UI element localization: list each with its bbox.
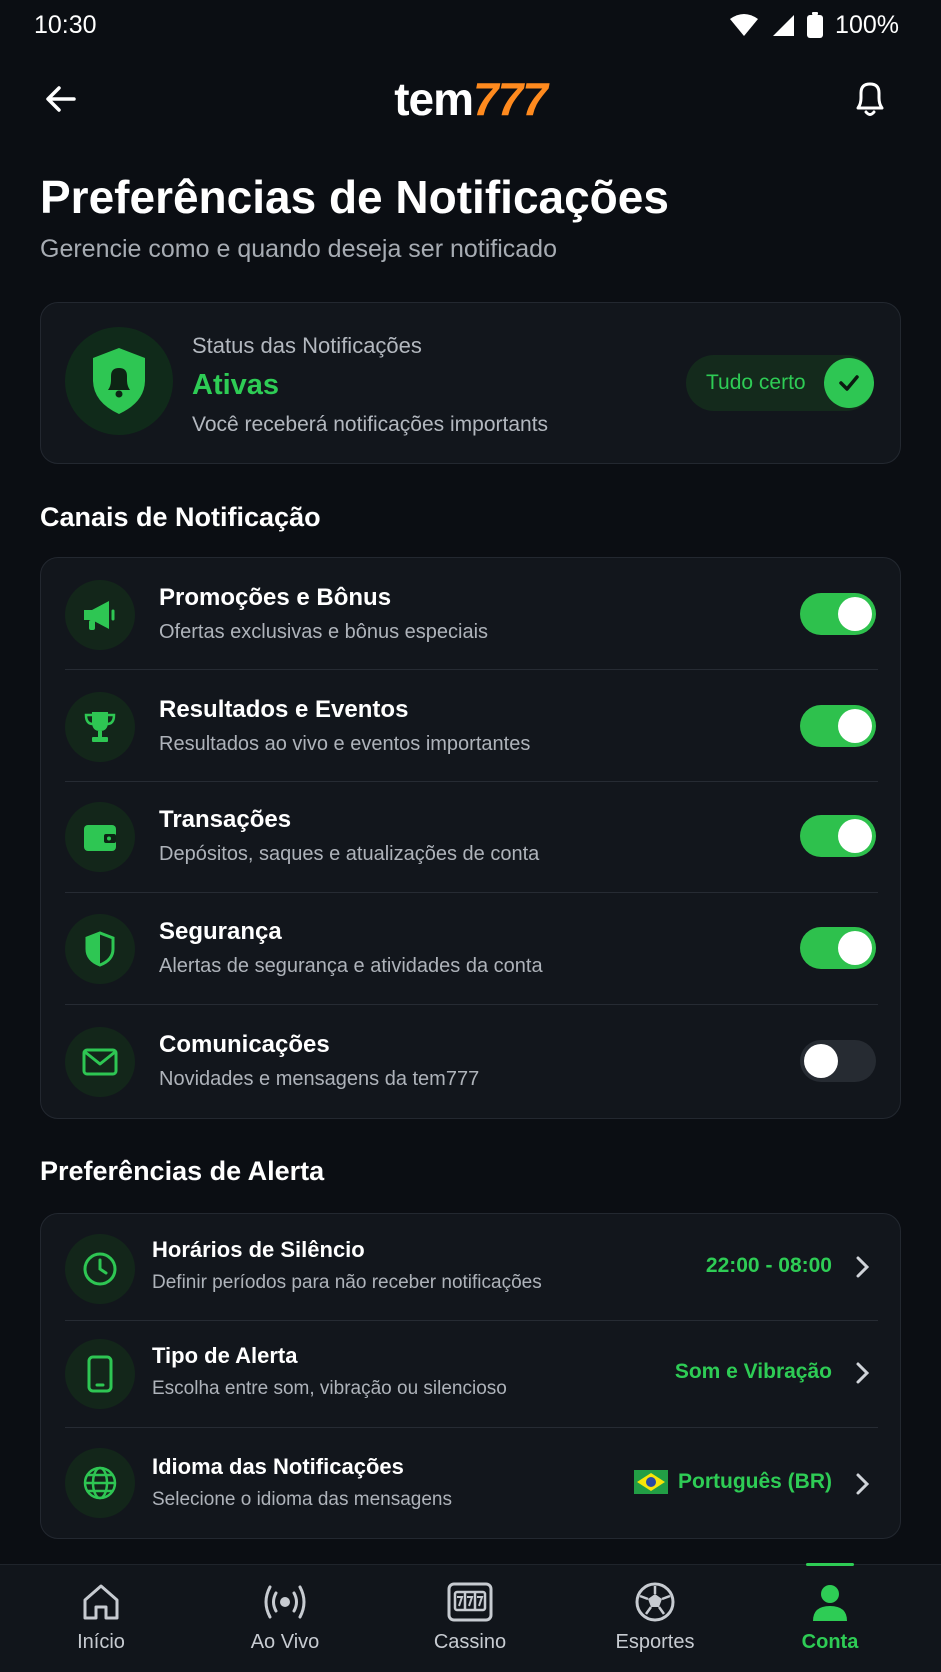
status-time: 10:30: [34, 10, 97, 39]
nav-label: Ao Vivo: [250, 1631, 320, 1653]
status-bar: 10:30 100%: [0, 0, 941, 50]
alerts-section-title: Preferências de Alerta: [40, 1156, 325, 1186]
battery-level: 100%: [835, 10, 899, 39]
alert-value: Português (BR): [678, 1470, 832, 1493]
shield-bell-icon: [93, 348, 145, 414]
toggle-transacoes[interactable]: [800, 815, 876, 857]
trophy-icon: [65, 692, 135, 762]
nav-conta[interactable]: Conta: [760, 1563, 900, 1672]
alert-value-wrap: Português (BR): [634, 1470, 832, 1494]
channels-card: Promoções e Bônus Ofertas exclusivas e b…: [40, 557, 901, 1119]
alert-title: Tipo de Alerta: [152, 1343, 298, 1368]
live-icon: [264, 1585, 306, 1619]
signal-icon: [773, 15, 795, 36]
toggle-comunicacoes[interactable]: [800, 1040, 876, 1082]
nav-inicio[interactable]: Início: [31, 1565, 171, 1672]
chevron-right-icon: [856, 1473, 870, 1495]
alert-row-language[interactable]: Idioma das Notificações Selecione o idio…: [41, 1428, 902, 1540]
channel-title: Transações: [159, 806, 292, 833]
nav-esportes[interactable]: Esportes: [585, 1565, 725, 1672]
alert-value: 22:00 - 08:00: [705, 1254, 832, 1277]
toggle-promocoes[interactable]: [800, 593, 876, 635]
status-description: Você receberá notificações importants: [192, 413, 549, 436]
bottom-navigation: Início Ao Vivo Cassino Esportes Conta: [0, 1563, 941, 1672]
megaphone-icon: [65, 580, 135, 650]
alert-description: Escolha entre som, vibração ou silencios…: [152, 1378, 507, 1399]
channels-section-title: Canais de Notificação: [40, 502, 321, 532]
bell-icon[interactable]: [849, 76, 891, 120]
channel-title: Segurança: [159, 918, 282, 945]
clock-icon: [65, 1234, 135, 1304]
chevron-right-icon: [856, 1256, 870, 1278]
alert-description: Selecione o idioma das mensagens: [152, 1489, 452, 1510]
status-icon-circle: [65, 327, 173, 435]
mail-icon: [65, 1027, 135, 1097]
checkmark-icon: [824, 358, 874, 408]
page-subtitle: Gerencie como e quando deseja ser notifi…: [40, 235, 557, 263]
channel-description: Novidades e mensagens da tem777: [159, 1068, 480, 1090]
alert-title: Horários de Silêncio: [152, 1237, 365, 1262]
alert-title: Idioma das Notificações: [152, 1454, 404, 1479]
channel-row-comunicacoes: Comunicações Novidades e mensagens da te…: [41, 1005, 902, 1120]
status-label: Status das Notificações: [192, 333, 422, 358]
logo-text-777: 777: [473, 73, 548, 125]
toggle-resultados[interactable]: [800, 705, 876, 747]
channel-title: Resultados e Eventos: [159, 696, 409, 723]
logo-text-tem: tem: [394, 73, 474, 125]
alert-value: Som e Vibração: [674, 1360, 832, 1383]
nav-ao-vivo[interactable]: Ao Vivo: [215, 1565, 355, 1672]
status-ok-label: Tudo certo: [706, 371, 806, 394]
nav-cassino[interactable]: Cassino: [400, 1565, 540, 1672]
channel-row-seguranca: Segurança Alertas de segurança e ativida…: [41, 893, 902, 1005]
home-icon: [83, 1584, 119, 1620]
toggle-seguranca[interactable]: [800, 927, 876, 969]
status-value: Ativas: [192, 369, 280, 401]
chevron-right-icon: [856, 1362, 870, 1384]
nav-label: Esportes: [615, 1631, 695, 1653]
nav-label: Conta: [801, 1631, 859, 1653]
wallet-icon: [65, 802, 135, 872]
channel-row-promocoes: Promoções e Bônus Ofertas exclusivas e b…: [41, 558, 902, 670]
alert-description: Definir períodos para não receber notifi…: [152, 1272, 542, 1293]
shield-icon: [65, 914, 135, 984]
channel-description: Ofertas exclusivas e bônus especiais: [159, 621, 489, 643]
phone-icon: [65, 1339, 135, 1409]
globe-icon: [65, 1448, 135, 1518]
channel-title: Promoções e Bônus: [159, 584, 392, 611]
brand-logo: tem 777: [394, 72, 548, 126]
page-title: Preferências de Notificações: [40, 171, 669, 223]
battery-icon: [807, 12, 824, 38]
channel-row-transacoes: Transações Depósitos, saques e atualizaç…: [41, 782, 902, 893]
nav-label: Início: [77, 1631, 125, 1653]
channel-description: Resultados ao vivo e eventos importantes: [159, 733, 531, 755]
channel-description: Alertas de segurança e atividades da con…: [159, 955, 543, 977]
status-ok-badge: Tudo certo: [686, 355, 874, 411]
alert-row-quiet-hours[interactable]: Horários de Silêncio Definir períodos pa…: [41, 1214, 902, 1321]
alerts-card: Horários de Silêncio Definir períodos pa…: [40, 1213, 901, 1539]
alert-row-type[interactable]: Tipo de Alerta Escolha entre som, vibraç…: [41, 1321, 902, 1428]
channel-row-resultados: Resultados e Eventos Resultados ao vivo …: [41, 670, 902, 782]
back-arrow-icon[interactable]: [40, 78, 82, 120]
soccer-ball-icon: [635, 1582, 675, 1622]
slot-machine-icon: [447, 1582, 493, 1622]
user-icon: [813, 1585, 847, 1621]
notification-status-card: Status das Notificações Ativas Você rece…: [40, 302, 901, 464]
nav-label: Cassino: [433, 1631, 507, 1653]
app-header: tem 777: [0, 62, 941, 136]
status-icons: 100%: [729, 11, 899, 40]
channel-description: Depósitos, saques e atualizações de cont…: [159, 843, 540, 865]
channel-title: Comunicações: [159, 1031, 330, 1058]
brazil-flag-icon: [634, 1470, 668, 1494]
wifi-icon: [730, 14, 759, 36]
